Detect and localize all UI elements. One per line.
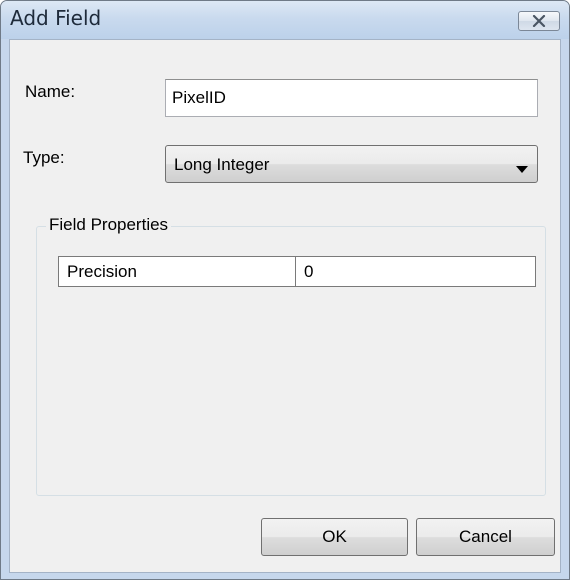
add-field-dialog: Add Field Name: Type: Long Integer Field… [0,0,570,580]
title-bar[interactable]: Add Field [1,1,569,39]
ok-button[interactable]: OK [261,518,408,556]
name-input[interactable] [165,79,538,117]
close-x-icon [532,15,546,27]
property-value-cell[interactable]: 0 [296,257,535,286]
field-properties-legend: Field Properties [46,215,172,235]
close-button[interactable] [518,11,560,31]
property-name-cell: Precision [59,257,296,286]
properties-grid-row[interactable]: Precision 0 [58,256,536,287]
cancel-button[interactable]: Cancel [416,518,555,556]
type-dropdown[interactable]: Long Integer [165,145,538,183]
name-label: Name: [25,82,76,101]
dialog-body: Name: Type: Long Integer Field Propertie… [9,39,561,573]
dropdown-arrow-icon [516,161,528,179]
type-label: Type: [23,148,65,167]
dialog-title: Add Field [10,6,102,30]
type-selected-value: Long Integer [174,155,270,174]
